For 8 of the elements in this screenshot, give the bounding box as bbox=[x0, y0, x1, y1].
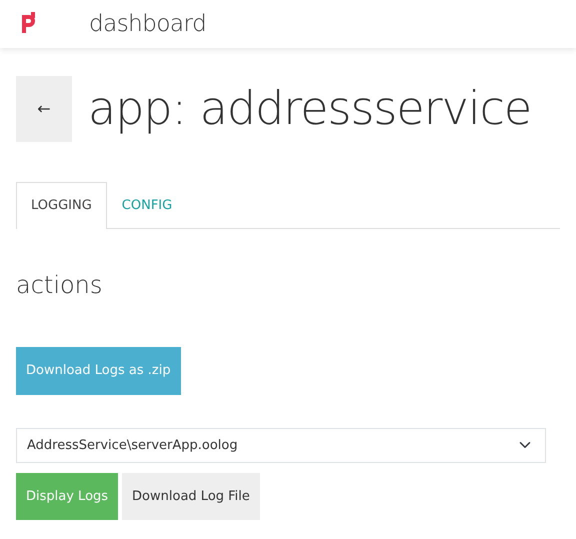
page-title: app: addressservice bbox=[88, 81, 532, 137]
logo-icon[interactable] bbox=[19, 12, 37, 36]
section-title: actions bbox=[16, 270, 104, 300]
tab[interactable]: LOGGING bbox=[16, 182, 107, 228]
log-file-select[interactable]: AddressService\serverApp.oolog bbox=[16, 428, 546, 463]
download-file-button[interactable]: Download Log File bbox=[122, 472, 260, 520]
brand-link[interactable]: dashboard bbox=[89, 6, 206, 42]
back-button[interactable]: ← bbox=[16, 76, 72, 142]
